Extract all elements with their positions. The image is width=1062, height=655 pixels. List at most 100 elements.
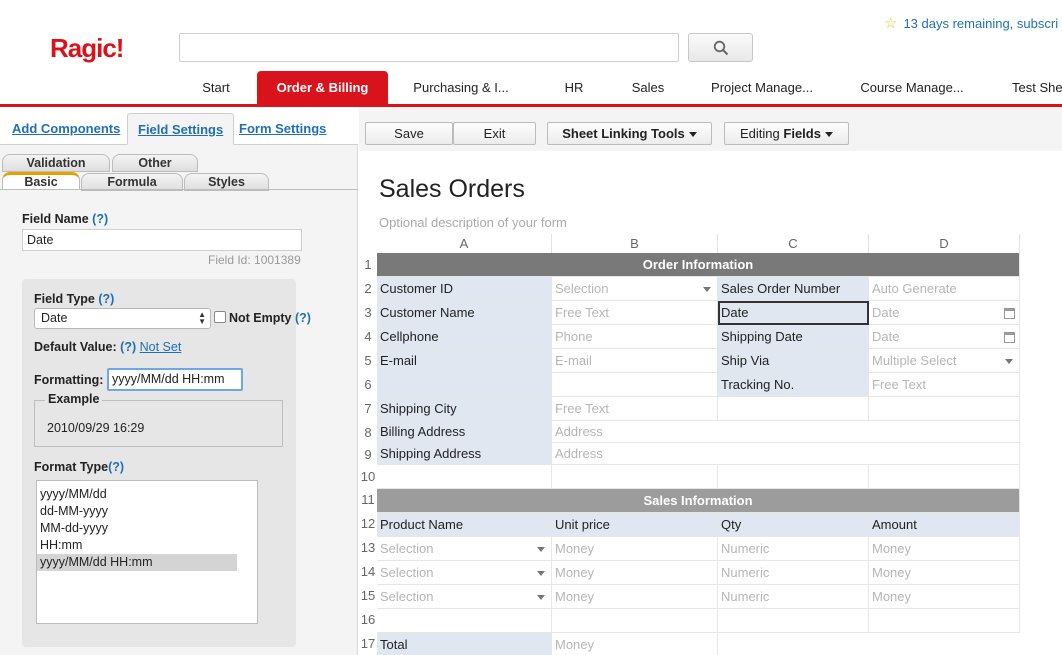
row-header[interactable]: 11 [359, 488, 377, 512]
formatting-input[interactable]: yyyy/MM/dd HH:mm [107, 368, 243, 391]
product-selection[interactable]: Selection [377, 537, 552, 561]
field-shipping-address[interactable]: Address [552, 443, 1020, 465]
label-billing-address[interactable]: Billing Address [377, 421, 552, 443]
amount-field[interactable]: Money [869, 537, 1020, 561]
label-total[interactable]: Total [377, 633, 552, 655]
row-header[interactable]: 3 [359, 301, 377, 325]
field-total[interactable]: Money [552, 633, 718, 655]
tab-hr[interactable]: HR [548, 71, 600, 105]
row-header[interactable]: 13 [359, 536, 377, 560]
column-header-a[interactable]: A [377, 234, 552, 253]
format-option[interactable]: MM-dd-yyyy [37, 520, 237, 537]
empty-cell[interactable] [869, 397, 1020, 421]
field-name-input[interactable]: Date [22, 229, 302, 251]
label-customer-name[interactable]: Customer Name [377, 301, 552, 325]
ragic-logo[interactable]: Ragic! [50, 33, 124, 64]
empty-cell[interactable] [377, 609, 552, 633]
field-tracking-no[interactable]: Free Text [869, 373, 1020, 397]
unit-price-field[interactable]: Money [552, 561, 718, 585]
not-empty-help[interactable]: (?) [295, 311, 311, 325]
qty-field[interactable]: Numeric [718, 561, 869, 585]
empty-cell[interactable] [377, 465, 552, 489]
column-header-d[interactable]: D [869, 234, 1020, 253]
format-type-list[interactable]: yyyy/MM/dd dd-MM-yyyy MM-dd-yyyy HH:mm y… [36, 480, 258, 624]
row-header[interactable]: 5 [359, 349, 377, 373]
product-selection[interactable]: Selection [377, 561, 552, 585]
sheet-linking-tools-button[interactable]: Sheet Linking Tools [547, 122, 712, 145]
column-header-c[interactable]: C [718, 234, 869, 253]
row-header[interactable]: 7 [359, 397, 377, 421]
field-type-select[interactable]: Date ▲ ▼ [34, 308, 211, 329]
product-selection[interactable]: Selection [377, 585, 552, 609]
format-option[interactable]: dd-MM-yyyy [37, 503, 237, 520]
row-header[interactable]: 8 [359, 421, 377, 445]
row-header[interactable]: 12 [359, 512, 377, 536]
tab-add-components[interactable]: Add Components [2, 113, 130, 145]
column-header-b[interactable]: B [552, 234, 718, 253]
label-shipping-date[interactable]: Shipping Date [718, 325, 869, 349]
format-option[interactable]: yyyy/MM/dd [37, 486, 237, 503]
amount-field[interactable]: Money [869, 561, 1020, 585]
label-email[interactable]: E-mail [377, 349, 552, 373]
exit-button[interactable]: Exit [453, 122, 536, 145]
empty-cell[interactable] [552, 373, 718, 397]
field-email[interactable]: E-mail [552, 349, 718, 373]
label-ship-via[interactable]: Ship Via [718, 349, 869, 373]
header-qty[interactable]: Qty [718, 513, 869, 537]
tab-project-manage[interactable]: Project Manage... [702, 71, 822, 105]
unit-price-field[interactable]: Money [552, 537, 718, 561]
tab-sales[interactable]: Sales [622, 71, 674, 105]
empty-cell[interactable] [552, 465, 718, 489]
row-header[interactable]: 9 [359, 443, 377, 467]
row-header[interactable]: 4 [359, 325, 377, 349]
qty-field[interactable]: Numeric [718, 537, 869, 561]
subtab-other[interactable]: Other [112, 154, 198, 172]
label-sales-order-number[interactable]: Sales Order Number [718, 277, 869, 301]
header-amount[interactable]: Amount [869, 513, 1020, 537]
empty-cell[interactable] [718, 609, 869, 633]
row-header[interactable]: 1 [359, 253, 377, 277]
label-date-selected[interactable]: Date [718, 301, 869, 325]
field-name-help[interactable]: (?) [92, 212, 108, 226]
form-title[interactable]: Sales Orders [379, 175, 525, 204]
calendar-icon[interactable] [1004, 332, 1015, 343]
row-header[interactable]: 16 [359, 608, 377, 632]
tab-purchasing[interactable]: Purchasing & I... [400, 71, 522, 105]
amount-field[interactable]: Money [869, 585, 1020, 609]
empty-cell[interactable] [377, 373, 552, 397]
field-sales-order-number[interactable]: Auto Generate [869, 277, 1020, 301]
label-customer-id[interactable]: Customer ID [377, 277, 552, 301]
row-header[interactable]: 10 [359, 465, 377, 489]
not-empty-checkbox[interactable] [214, 311, 226, 323]
format-option-selected[interactable]: yyyy/MM/dd HH:mm [37, 554, 237, 571]
tab-course-manage[interactable]: Course Manage... [852, 71, 972, 105]
field-type-help[interactable]: (?) [98, 292, 114, 306]
form-description[interactable]: Optional description of your form [379, 215, 567, 230]
label-cellphone[interactable]: Cellphone [377, 325, 552, 349]
calendar-icon[interactable] [1004, 308, 1015, 319]
trial-notice[interactable]: ☆ 13 days remaining, subscri [884, 14, 1058, 32]
row-header[interactable]: 14 [359, 560, 377, 584]
tab-test-sheet[interactable]: Test She [1002, 71, 1062, 105]
save-button[interactable]: Save [365, 122, 453, 145]
label-shipping-city[interactable]: Shipping City [377, 397, 552, 421]
empty-cell[interactable] [718, 465, 869, 489]
field-billing-address[interactable]: Address [552, 421, 1020, 443]
tab-order-billing[interactable]: Order & Billing [257, 71, 388, 105]
tab-field-settings[interactable]: Field Settings [127, 113, 235, 145]
field-shipping-city[interactable]: Free Text [552, 397, 718, 421]
field-date[interactable]: Date [869, 301, 1020, 325]
empty-cell[interactable] [869, 609, 1020, 633]
field-ship-via[interactable]: Multiple Select [869, 349, 1020, 373]
unit-price-field[interactable]: Money [552, 585, 718, 609]
tab-form-settings[interactable]: Form Settings [229, 113, 336, 145]
label-shipping-address[interactable]: Shipping Address [377, 443, 552, 465]
field-cellphone[interactable]: Phone [552, 325, 718, 349]
subtab-basic[interactable]: Basic [2, 172, 80, 190]
row-header[interactable]: 17 [359, 632, 377, 655]
format-type-help[interactable]: (?) [108, 460, 124, 474]
row-header[interactable]: 2 [359, 277, 377, 301]
section-order-information[interactable]: Order Information [377, 253, 1020, 277]
field-customer-id[interactable]: Selection [552, 277, 718, 301]
search-input[interactable] [179, 33, 679, 62]
